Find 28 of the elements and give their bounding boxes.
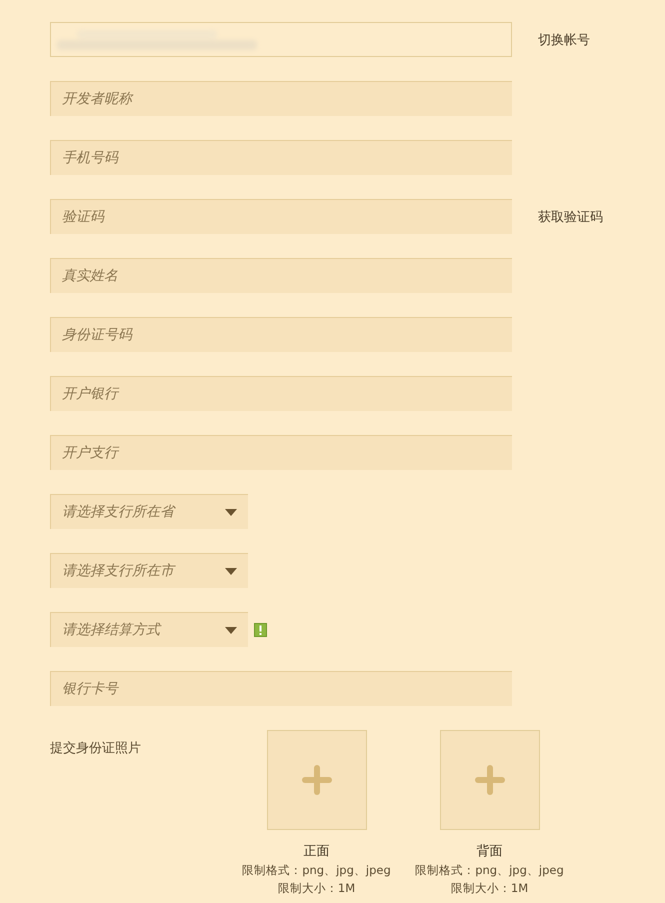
- dropdown[interactable]: 请选择结算方式: [50, 612, 248, 647]
- plus-icon: [300, 764, 332, 796]
- text-field[interactable]: 身份证号码: [50, 317, 512, 352]
- plus-icon: [474, 764, 506, 796]
- photo-side: 背面: [476, 843, 502, 860]
- photo-side: 正面: [304, 843, 330, 860]
- action-link[interactable]: 获取验证码: [538, 208, 603, 226]
- text-field[interactable]: 手机号码: [50, 140, 512, 175]
- text-field[interactable]: 开发者昵称: [50, 81, 512, 116]
- text-field[interactable]: 开户银行: [50, 376, 512, 411]
- text-field[interactable]: 开户支行: [50, 435, 512, 470]
- text-field[interactable]: 验证码: [50, 199, 512, 234]
- photo-label: 提交身份证照片: [50, 740, 142, 757]
- caret-icon: [225, 508, 237, 516]
- upload-button[interactable]: [440, 730, 540, 830]
- caret-icon: [225, 626, 237, 634]
- text-field[interactable]: 真实姓名: [50, 258, 512, 293]
- account-field[interactable]: [50, 22, 512, 57]
- format-note: 限制格式：png、jpg、jpeg: [242, 863, 391, 878]
- action-link[interactable]: 切换帐号: [538, 30, 590, 48]
- size-note: 限制大小：1M: [450, 881, 528, 896]
- size-note: 限制大小：1M: [278, 881, 356, 896]
- dropdown[interactable]: 请选择支行所在省: [50, 494, 248, 529]
- caret-icon: [225, 568, 237, 574]
- upload-button[interactable]: [266, 730, 366, 830]
- dropdown[interactable]: 请选择支行所在市: [50, 553, 248, 588]
- format-note: 限制格式：png、jpg、jpeg: [415, 863, 564, 878]
- text-field[interactable]: 银行卡号: [50, 671, 512, 706]
